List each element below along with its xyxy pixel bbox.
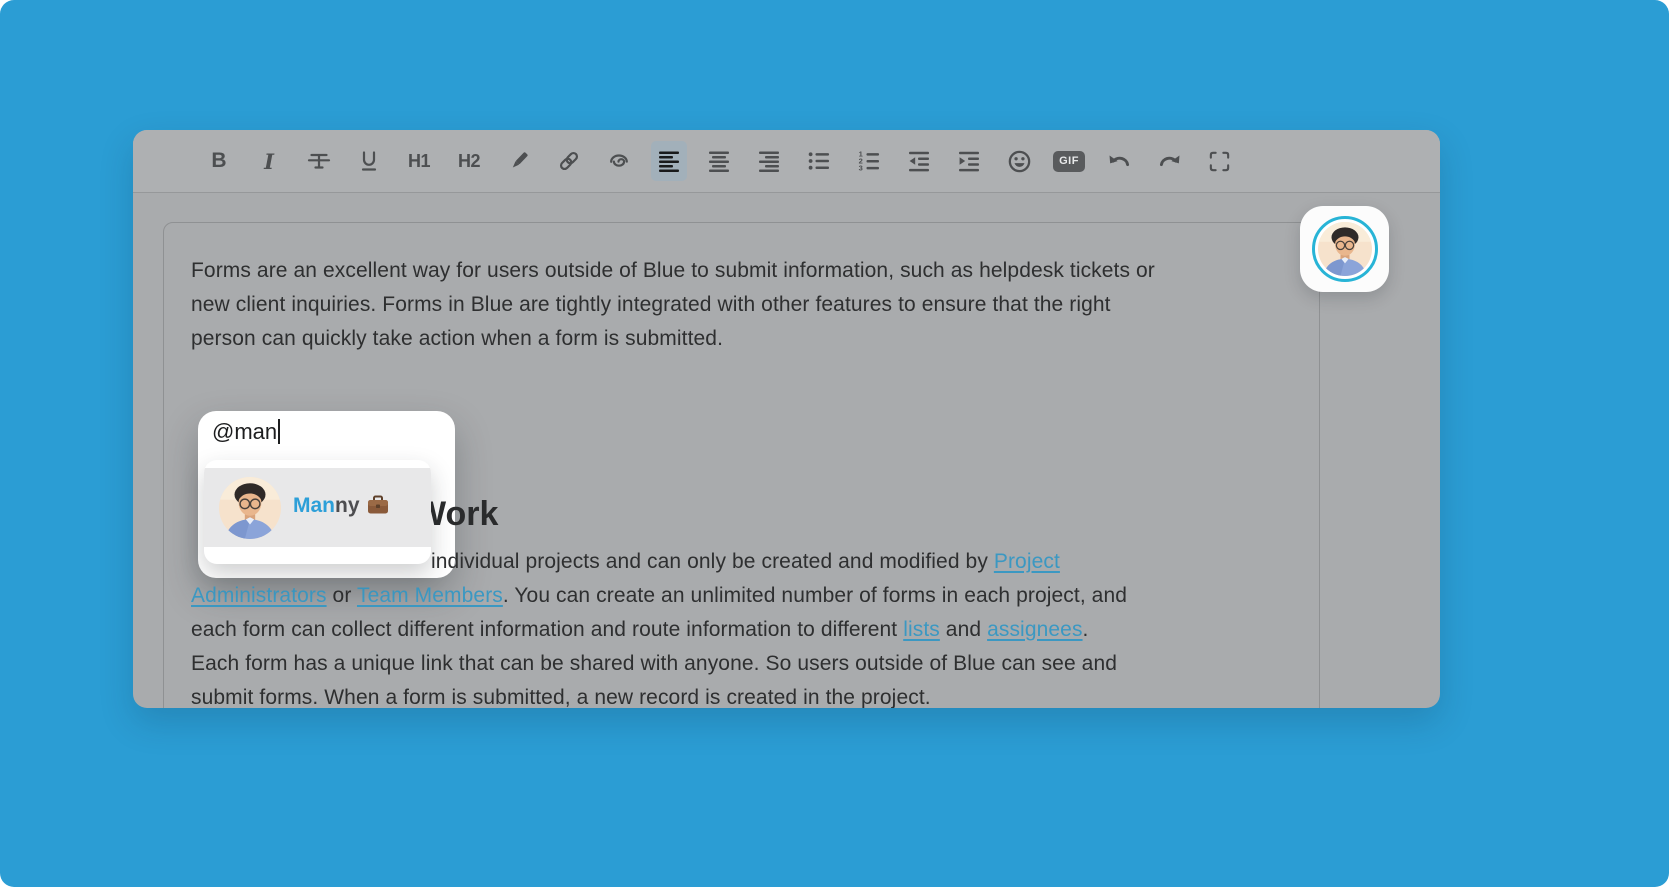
text-segment: new client inquiries. Forms in Blue are … — [191, 293, 1111, 316]
outdent-icon — [906, 148, 932, 174]
redo-icon — [1156, 148, 1183, 175]
text-segment: . — [1082, 618, 1089, 641]
user-avatar — [1318, 222, 1372, 276]
italic-button[interactable]: I — [251, 141, 287, 181]
redo-button[interactable] — [1151, 141, 1187, 181]
highlight-pen-button[interactable] — [501, 141, 537, 181]
heading-1-icon: H1 — [407, 150, 431, 171]
fullscreen-icon — [1207, 149, 1232, 174]
mention-query-text[interactable]: @man — [212, 419, 281, 445]
formatting-toolbar: B I H1 H2 1 2 3 GIF — [133, 130, 1440, 193]
align-left-icon — [656, 148, 682, 174]
numbered-list-button[interactable]: 123 — [851, 141, 887, 181]
briefcase-emoji — [367, 495, 389, 521]
svg-text:3: 3 — [859, 164, 863, 173]
mention-suggestion-manny[interactable]: Manny — [204, 468, 431, 547]
align-center-icon — [706, 148, 732, 174]
doc-link-lists[interactable]: lists — [903, 618, 940, 641]
mention-suggestions-dropdown: Manny — [204, 460, 431, 564]
text-segment: Forms are an excellent way for users out… — [191, 259, 1155, 282]
text-line: Administrators or Team Members. You can … — [191, 584, 1127, 608]
text-segment: each form can collect different informat… — [191, 618, 904, 641]
text-segment: submit forms. When a form is submitted, … — [191, 686, 931, 708]
emoji-button[interactable] — [1001, 141, 1037, 181]
align-right-icon — [756, 148, 782, 174]
strikethrough-icon — [306, 148, 332, 174]
numbered-list-icon: 123 — [856, 148, 882, 174]
heading-1-button[interactable]: H1 — [401, 141, 437, 181]
indent-button[interactable] — [951, 141, 987, 181]
text-segment: Each form has a unique link that can be … — [191, 652, 1118, 675]
doc-link-assignees[interactable]: assignees — [987, 618, 1082, 641]
attach-file-icon — [606, 148, 632, 174]
underline-icon — [356, 148, 382, 174]
highlight-pen-icon — [506, 148, 532, 174]
text-segment: or — [326, 584, 357, 607]
text-segment: . You can create an unlimited number of … — [502, 584, 1128, 607]
editor-content-area[interactable]: Forms are an excellent way for users out… — [163, 222, 1320, 708]
heading-2-icon: H2 — [457, 150, 481, 171]
mention-suggestion-name: Manny — [293, 494, 389, 521]
align-right-button[interactable] — [751, 141, 787, 181]
attach-file-button[interactable] — [601, 141, 637, 181]
indent-icon — [956, 148, 982, 174]
gif-button[interactable]: GIF — [1051, 141, 1087, 181]
underline-button[interactable] — [351, 141, 387, 181]
bold-button[interactable]: B — [201, 141, 237, 181]
text-line: Each form has a unique link that can be … — [191, 652, 1117, 676]
bold-icon: B — [211, 149, 227, 172]
doc-link-team-members[interactable]: Team Members — [357, 584, 503, 607]
text-line: submit forms. When a form is submitted, … — [191, 686, 931, 708]
text-segment: and — [939, 618, 988, 641]
emoji-icon — [1006, 148, 1033, 175]
text-line: new client inquiries. Forms in Blue are … — [191, 293, 1111, 317]
italic-icon: I — [264, 148, 274, 174]
insert-link-button[interactable] — [551, 141, 587, 181]
bulleted-list-button[interactable] — [801, 141, 837, 181]
undo-button[interactable] — [1101, 141, 1137, 181]
doc-link-administrators[interactable]: Administrators — [191, 584, 327, 607]
gif-icon: GIF — [1053, 150, 1085, 172]
fullscreen-button[interactable] — [1201, 141, 1237, 181]
align-left-button[interactable] — [651, 141, 687, 181]
insert-link-icon — [556, 148, 582, 174]
text-line: person can quickly take action when a fo… — [191, 327, 723, 351]
text-line: individual projects and can only be crea… — [431, 550, 1060, 574]
text-cursor — [278, 419, 281, 444]
manny-avatar — [219, 477, 281, 539]
strikethrough-button[interactable] — [301, 141, 337, 181]
align-center-button[interactable] — [701, 141, 737, 181]
editor-window: B I H1 H2 1 2 3 GIF Forms are an excellent way … — [133, 130, 1440, 708]
text-line: Forms are an excellent way for users out… — [191, 259, 1155, 283]
presence-ring — [1311, 216, 1378, 282]
active-user-card[interactable] — [1300, 206, 1389, 292]
bulleted-list-icon — [806, 148, 832, 174]
text-segment: individual projects and can only be crea… — [431, 550, 994, 573]
undo-icon — [1106, 148, 1133, 175]
doc-link-project[interactable]: Project — [994, 550, 1060, 573]
text-line: each form can collect different informat… — [191, 618, 1088, 642]
outdent-button[interactable] — [901, 141, 937, 181]
heading-2-button[interactable]: H2 — [451, 141, 487, 181]
text-segment: person can quickly take action when a fo… — [191, 327, 724, 350]
